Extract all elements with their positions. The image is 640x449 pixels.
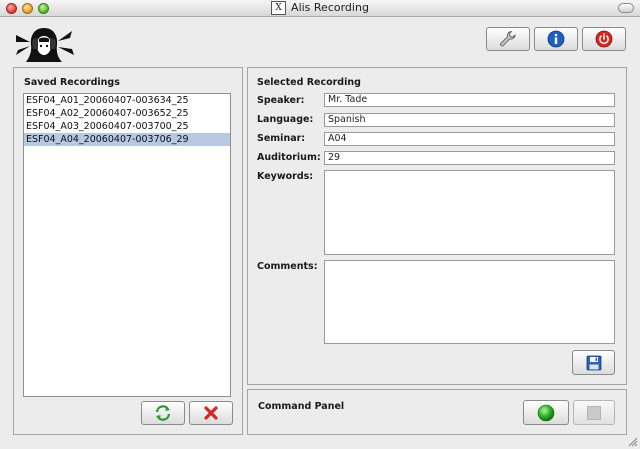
window-title-group: X Alis Recording — [0, 1, 640, 15]
refresh-icon — [155, 405, 171, 421]
window-title: Alis Recording — [291, 1, 369, 14]
keywords-textarea[interactable] — [324, 170, 615, 255]
saved-recordings-title: Saved Recordings — [24, 77, 120, 88]
comments-label: Comments: — [257, 261, 318, 272]
command-panel-title: Command Panel — [258, 401, 345, 412]
speaker-field[interactable]: Mr. Tade — [324, 93, 615, 107]
wrench-icon — [500, 31, 516, 47]
list-item[interactable]: ESF04_A03_20060407-003700_25 — [24, 120, 230, 133]
x11-icon: X — [271, 1, 287, 15]
auditorium-field[interactable]: 29 — [324, 151, 615, 165]
app-window: X Alis Recording Saved Recordings ESF04_… — [0, 0, 640, 449]
record-button[interactable] — [523, 400, 569, 425]
language-label: Language: — [257, 114, 314, 125]
delete-icon — [204, 406, 218, 420]
command-panel — [247, 389, 627, 435]
delete-button[interactable] — [189, 401, 233, 425]
record-green-icon — [537, 404, 555, 421]
refresh-button[interactable] — [141, 401, 185, 425]
stop-button — [573, 400, 615, 425]
list-item-selected[interactable]: ESF04_A04_20060407-003706_29 — [24, 133, 230, 146]
seminar-field[interactable]: A04 — [324, 132, 615, 146]
seminar-label: Seminar: — [257, 133, 306, 144]
speaker-label: Speaker: — [257, 95, 305, 106]
info-icon — [547, 30, 565, 48]
auditorium-label: Auditorium: — [257, 152, 321, 163]
list-item[interactable]: ESF04_A02_20060407-003652_25 — [24, 107, 230, 120]
toolbar-toggle-button[interactable] — [618, 3, 634, 13]
quit-button[interactable] — [582, 27, 626, 51]
list-item[interactable]: ESF04_A01_20060407-003634_25 — [24, 94, 230, 107]
settings-button[interactable] — [486, 27, 530, 51]
save-button[interactable] — [572, 350, 615, 375]
recordings-list[interactable]: ESF04_A01_20060407-003634_25 ESF04_A02_2… — [23, 93, 231, 397]
keywords-label: Keywords: — [257, 171, 314, 182]
power-icon — [595, 30, 613, 48]
alis-logo-icon — [16, 28, 74, 62]
resize-grip-icon[interactable] — [626, 435, 638, 447]
language-field[interactable]: Spanish — [324, 113, 615, 127]
title-bar[interactable]: X Alis Recording — [0, 0, 640, 17]
comments-textarea[interactable] — [324, 260, 615, 344]
stop-icon — [587, 405, 601, 420]
floppy-disk-icon — [586, 355, 601, 370]
info-button[interactable] — [534, 27, 578, 51]
selected-recording-title: Selected Recording — [257, 77, 361, 88]
